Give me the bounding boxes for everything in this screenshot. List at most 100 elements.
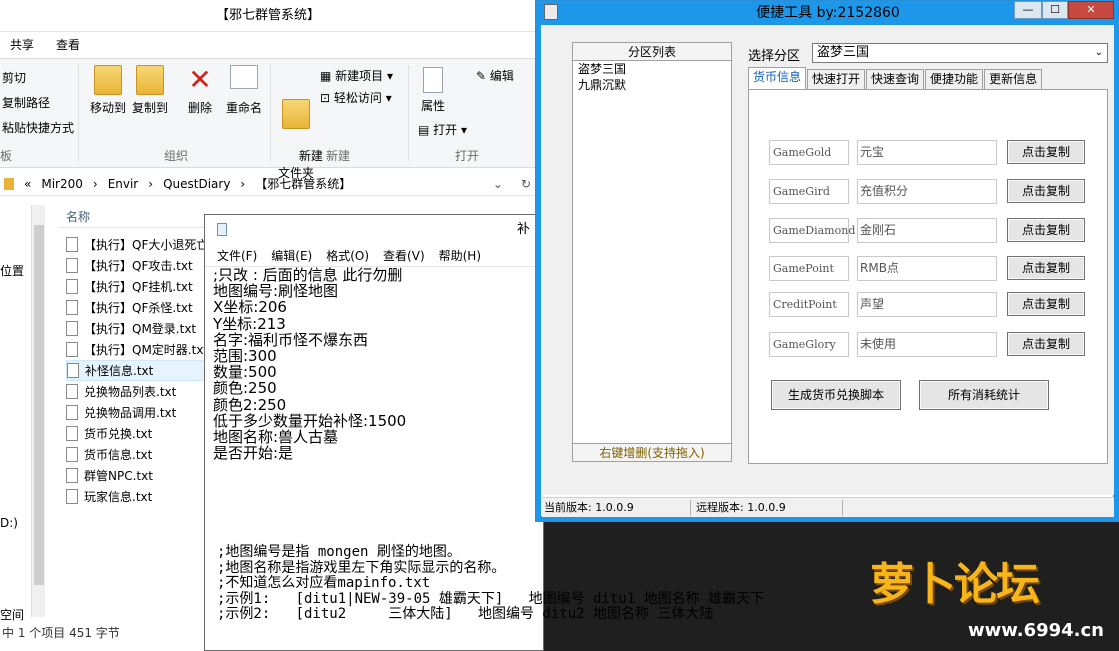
menu-file[interactable]: 文件(F) [217, 247, 257, 264]
maximize-button[interactable]: ☐ [1042, 1, 1068, 19]
file-item[interactable]: 兑换物品列表.txt [66, 381, 206, 402]
file-list: 【执行】QF大小退死亡 【执行】QF攻击.txt 【执行】QF挂机.txt 【执行】Q… [66, 234, 206, 507]
move-folder-icon [94, 65, 122, 95]
notepad-text[interactable]: ;只改 : 后面的信息 此行勿删 地图编号:刷怪地图 X坐标:206 Y坐标:213 名… [213, 267, 406, 462]
new-item-button[interactable]: ▦ 新建项目 ▾ [320, 67, 393, 84]
partition-select[interactable]: 盗梦三国 ⌄ [812, 43, 1108, 63]
menu-edit[interactable]: 编辑(E) [271, 247, 312, 264]
easy-access-button[interactable]: ⊡ 轻松访问 ▾ [320, 89, 392, 106]
menu-help[interactable]: 帮助(H) [439, 247, 481, 264]
breadcrumb-current[interactable]: 【邪七群管系统】 [255, 175, 351, 192]
chevron-down-icon[interactable]: ⌄ [493, 177, 503, 191]
breadcrumb-questdiary[interactable]: QuestDiary [163, 177, 230, 191]
menu-share[interactable]: 共享 [10, 36, 34, 53]
copy-path-button[interactable]: 复制路径 [2, 94, 50, 111]
text-file-icon [66, 237, 78, 252]
copy-button[interactable]: 点击复制 [1007, 332, 1085, 356]
currency-code-field[interactable]: GameGird [769, 179, 849, 204]
partition-item[interactable]: 盗梦三国 [573, 61, 731, 77]
partition-list-footer: 右键增删(支持拖入) [573, 443, 731, 461]
copy-button[interactable]: 点击复制 [1007, 218, 1085, 242]
file-item[interactable]: 【执行】QM登录.txt [66, 318, 206, 339]
generate-script-button[interactable]: 生成货币兑换脚本 [771, 380, 901, 410]
rename-button[interactable]: 重命名 [222, 65, 266, 116]
currency-name-field[interactable]: 未使用 [857, 332, 997, 357]
copy-to-button[interactable]: 复制到 [130, 65, 170, 116]
breadcrumb-sep: › [240, 176, 246, 191]
status-divider [842, 500, 843, 516]
rename-label: 重命名 [225, 101, 262, 115]
column-header-name[interactable]: 名称 [60, 206, 210, 228]
easy-access-label: 轻松访问 [333, 91, 382, 105]
maximize-icon: ☐ [1050, 3, 1060, 16]
tab-item[interactable]: 快速查询 [866, 69, 925, 89]
minimize-button[interactable]: — [1014, 1, 1042, 19]
close-button[interactable]: ✕ [1068, 1, 1114, 19]
address-bar[interactable]: « Mir200 › Envir › QuestDiary › 【邪七群管系统】… [0, 172, 537, 196]
currency-name-field[interactable]: 元宝 [857, 140, 997, 165]
tab-item[interactable]: 货币信息 [748, 67, 807, 89]
address-overflow[interactable]: « [24, 177, 31, 191]
tab-item[interactable]: 便捷功能 [925, 69, 984, 89]
file-item[interactable]: 【执行】QF大小退死亡 [66, 234, 206, 255]
edit-button[interactable]: ✎ 编辑 [476, 67, 514, 84]
notepad-line: 地图编号:刷怪地图 [213, 282, 339, 301]
file-name: 兑换物品列表.txt [84, 385, 177, 399]
currency-code-field[interactable]: GameGlory [769, 332, 849, 357]
currency-name-field[interactable]: 金刚石 [857, 218, 997, 243]
scrollbar-thumb[interactable] [34, 225, 44, 585]
tab-item[interactable]: 更新信息 [984, 69, 1043, 89]
copy-button[interactable]: 点击复制 [1007, 179, 1085, 203]
file-item[interactable]: 货币信息.txt [66, 444, 206, 465]
file-item[interactable]: 【执行】QM定时器.txt [66, 339, 206, 360]
tool-client-area: 分区列表 盗梦三国 九鼎沉默 右键增删(支持拖入) 选择分区 盗梦三国 ⌄ 货币信… [542, 25, 1114, 495]
delete-button[interactable]: ✕ 删除 [182, 65, 218, 116]
partition-list[interactable]: 分区列表 盗梦三国 九鼎沉默 右键增删(支持拖入) [572, 42, 732, 462]
copy-button[interactable]: 点击复制 [1007, 256, 1085, 280]
select-partition-label: 选择分区 [748, 49, 801, 64]
file-name: 货币兑换.txt [84, 427, 153, 441]
currency-code-field[interactable]: GameDiamond [769, 218, 855, 243]
partition-item[interactable]: 九鼎沉默 [573, 77, 731, 93]
file-item[interactable]: 【执行】QF挂机.txt [66, 276, 206, 297]
text-file-icon [66, 426, 78, 441]
file-name: 玩家信息.txt [84, 490, 153, 504]
tab-item[interactable]: 快速打开 [807, 69, 866, 89]
cut-button[interactable]: 剪切 [2, 69, 26, 86]
nav-item-location[interactable]: 位置 [0, 262, 24, 279]
file-name: 【执行】QM定时器.txt [84, 343, 206, 357]
copy-button[interactable]: 点击复制 [1007, 292, 1085, 316]
file-item[interactable]: 【执行】QF攻击.txt [66, 255, 206, 276]
currency-name-field[interactable]: 声望 [857, 292, 997, 317]
menu-view[interactable]: 查看(V) [383, 247, 425, 264]
currency-code-field[interactable]: GamePoint [769, 256, 849, 281]
properties-button[interactable]: 属性 [416, 67, 450, 114]
new-item-icon: ▦ [320, 69, 332, 83]
currency-name-field[interactable]: 充值积分 [857, 179, 997, 204]
open-button[interactable]: ▤ 打开 ▾ [418, 121, 467, 138]
move-to-button[interactable]: 移动到 [88, 65, 128, 116]
refresh-icon[interactable]: ↻ [521, 177, 531, 191]
file-item[interactable]: 兑换物品调用.txt [66, 402, 206, 423]
notepad-line: 颜色2:250 [213, 395, 287, 414]
nav-item-drive[interactable]: D:) [0, 516, 18, 530]
breadcrumb-mir200[interactable]: Mir200 [41, 177, 83, 191]
breadcrumb-envir[interactable]: Envir [108, 177, 139, 191]
currency-name-field[interactable]: RMB点 [857, 256, 997, 281]
file-item[interactable]: 群管NPC.txt [66, 465, 206, 486]
copy-button[interactable]: 点击复制 [1007, 140, 1085, 164]
remote-version: 远程版本: 1.0.0.9 [696, 501, 786, 514]
menu-view[interactable]: 查看 [56, 36, 80, 53]
currency-code-field[interactable]: GameGold [769, 140, 849, 165]
file-item[interactable]: 【执行】QF杀怪.txt [66, 297, 206, 318]
nav-scrollbar[interactable] [31, 205, 45, 617]
menu-format[interactable]: 格式(O) [326, 247, 369, 264]
file-item[interactable]: 货币兑换.txt [66, 423, 206, 444]
currency-code-field[interactable]: CreditPoint [769, 292, 849, 317]
rename-icon [230, 65, 258, 89]
consumption-stats-button[interactable]: 所有消耗统计 [919, 380, 1049, 410]
file-item[interactable]: 玩家信息.txt [66, 486, 206, 507]
file-item[interactable]: 补怪信息.txt [66, 360, 206, 381]
paste-shortcut-button[interactable]: 粘贴快捷方式 [2, 119, 74, 136]
notepad-comments[interactable]: ;地图编号是指 mongen 刷怪的地图。 ;地图名称是指游戏里左下角实际显示的名… [217, 544, 764, 623]
